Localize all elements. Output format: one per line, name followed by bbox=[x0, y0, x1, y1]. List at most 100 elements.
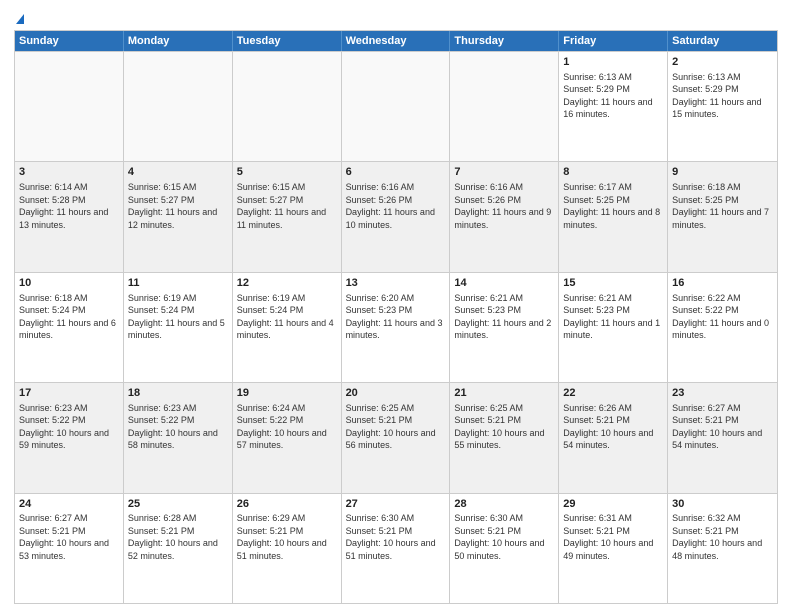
cal-header-friday: Friday bbox=[559, 31, 668, 51]
cell-info: Sunrise: 6:18 AM Sunset: 5:25 PM Dayligh… bbox=[672, 182, 769, 229]
cal-cell: 24Sunrise: 6:27 AM Sunset: 5:21 PM Dayli… bbox=[15, 494, 124, 603]
cell-info: Sunrise: 6:25 AM Sunset: 5:21 PM Dayligh… bbox=[346, 403, 436, 450]
cell-info: Sunrise: 6:23 AM Sunset: 5:22 PM Dayligh… bbox=[19, 403, 109, 450]
cal-cell: 1 Sunrise: 6:13 AM Sunset: 5:29 PM Daylig… bbox=[559, 52, 668, 161]
cal-row-4: 24Sunrise: 6:27 AM Sunset: 5:21 PM Dayli… bbox=[15, 493, 777, 603]
cell-info: Sunrise: 6:13 AM Sunset: 5:29 PM Dayligh… bbox=[563, 72, 652, 119]
cal-cell bbox=[233, 52, 342, 161]
cell-info: Sunrise: 6:23 AM Sunset: 5:22 PM Dayligh… bbox=[128, 403, 218, 450]
day-number: 8 bbox=[563, 165, 663, 180]
cal-cell: 3Sunrise: 6:14 AM Sunset: 5:28 PM Daylig… bbox=[15, 162, 124, 271]
cell-info: Sunrise: 6:19 AM Sunset: 5:24 PM Dayligh… bbox=[128, 293, 225, 340]
cell-info: Sunrise: 6:30 AM Sunset: 5:21 PM Dayligh… bbox=[346, 513, 436, 560]
cell-info: Sunrise: 6:15 AM Sunset: 5:27 PM Dayligh… bbox=[237, 182, 326, 229]
cell-info: Sunrise: 6:27 AM Sunset: 5:21 PM Dayligh… bbox=[672, 403, 762, 450]
day-number: 11 bbox=[128, 276, 228, 291]
cal-header-wednesday: Wednesday bbox=[342, 31, 451, 51]
cal-cell bbox=[342, 52, 451, 161]
cal-row-0: 1 Sunrise: 6:13 AM Sunset: 5:29 PM Daylig… bbox=[15, 51, 777, 161]
cell-info: Sunrise: 6:21 AM Sunset: 5:23 PM Dayligh… bbox=[563, 293, 660, 340]
page: SundayMondayTuesdayWednesdayThursdayFrid… bbox=[0, 0, 792, 612]
day-number: 26 bbox=[237, 497, 337, 512]
cell-info: Sunrise: 6:13 AM Sunset: 5:29 PM Dayligh… bbox=[672, 72, 761, 119]
cal-cell: 23Sunrise: 6:27 AM Sunset: 5:21 PM Dayli… bbox=[668, 383, 777, 492]
day-number: 25 bbox=[128, 497, 228, 512]
cal-cell: 20 Sunrise: 6:25 AM Sunset: 5:21 PM Dayli… bbox=[342, 383, 451, 492]
cal-cell: 16 Sunrise: 6:22 AM Sunset: 5:22 PM Dayli… bbox=[668, 273, 777, 382]
cal-cell bbox=[124, 52, 233, 161]
day-number: 16 bbox=[672, 276, 773, 291]
day-number: 19 bbox=[237, 386, 337, 401]
cell-info: Sunrise: 6:29 AM Sunset: 5:21 PM Dayligh… bbox=[237, 513, 327, 560]
header bbox=[14, 10, 778, 24]
cal-row-2: 10Sunrise: 6:18 AM Sunset: 5:24 PM Dayli… bbox=[15, 272, 777, 382]
cal-cell: 14 Sunrise: 6:21 AM Sunset: 5:23 PM Dayli… bbox=[450, 273, 559, 382]
cal-cell bbox=[15, 52, 124, 161]
cal-cell: 26Sunrise: 6:29 AM Sunset: 5:21 PM Dayli… bbox=[233, 494, 342, 603]
cell-info: Sunrise: 6:19 AM Sunset: 5:24 PM Dayligh… bbox=[237, 293, 334, 340]
day-number: 29 bbox=[563, 497, 663, 512]
cell-info: Sunrise: 6:31 AM Sunset: 5:21 PM Dayligh… bbox=[563, 513, 653, 560]
cell-info: Sunrise: 6:21 AM Sunset: 5:23 PM Dayligh… bbox=[454, 293, 551, 340]
day-number: 10 bbox=[19, 276, 119, 291]
cell-info: Sunrise: 6:14 AM Sunset: 5:28 PM Dayligh… bbox=[19, 182, 108, 229]
cal-cell: 29Sunrise: 6:31 AM Sunset: 5:21 PM Dayli… bbox=[559, 494, 668, 603]
cal-cell: 18 Sunrise: 6:23 AM Sunset: 5:22 PM Dayli… bbox=[124, 383, 233, 492]
day-number: 5 bbox=[237, 165, 337, 180]
cal-cell: 6 Sunrise: 6:16 AM Sunset: 5:26 PM Daylig… bbox=[342, 162, 451, 271]
day-number: 18 bbox=[128, 386, 228, 401]
cal-cell: 5 Sunrise: 6:15 AM Sunset: 5:27 PM Daylig… bbox=[233, 162, 342, 271]
cal-cell: 7Sunrise: 6:16 AM Sunset: 5:26 PM Daylig… bbox=[450, 162, 559, 271]
cal-cell: 19Sunrise: 6:24 AM Sunset: 5:22 PM Dayli… bbox=[233, 383, 342, 492]
day-number: 21 bbox=[454, 386, 554, 401]
day-number: 28 bbox=[454, 497, 554, 512]
cell-info: Sunrise: 6:26 AM Sunset: 5:21 PM Dayligh… bbox=[563, 403, 653, 450]
cal-cell: 17Sunrise: 6:23 AM Sunset: 5:22 PM Dayli… bbox=[15, 383, 124, 492]
day-number: 9 bbox=[672, 165, 773, 180]
cal-header-thursday: Thursday bbox=[450, 31, 559, 51]
logo-triangle-icon bbox=[16, 14, 24, 24]
cal-header-monday: Monday bbox=[124, 31, 233, 51]
cal-cell: 27Sunrise: 6:30 AM Sunset: 5:21 PM Dayli… bbox=[342, 494, 451, 603]
day-number: 20 bbox=[346, 386, 446, 401]
day-number: 4 bbox=[128, 165, 228, 180]
day-number: 15 bbox=[563, 276, 663, 291]
cal-cell: 15 Sunrise: 6:21 AM Sunset: 5:23 PM Dayli… bbox=[559, 273, 668, 382]
cal-cell: 4 Sunrise: 6:15 AM Sunset: 5:27 PM Daylig… bbox=[124, 162, 233, 271]
cell-info: Sunrise: 6:32 AM Sunset: 5:21 PM Dayligh… bbox=[672, 513, 762, 560]
day-number: 1 bbox=[563, 55, 663, 70]
cell-info: Sunrise: 6:15 AM Sunset: 5:27 PM Dayligh… bbox=[128, 182, 217, 229]
cal-header-sunday: Sunday bbox=[15, 31, 124, 51]
day-number: 13 bbox=[346, 276, 446, 291]
day-number: 30 bbox=[672, 497, 773, 512]
cell-info: Sunrise: 6:22 AM Sunset: 5:22 PM Dayligh… bbox=[672, 293, 769, 340]
cal-cell: 2 Sunrise: 6:13 AM Sunset: 5:29 PM Daylig… bbox=[668, 52, 777, 161]
cal-cell: 21 Sunrise: 6:25 AM Sunset: 5:21 PM Dayli… bbox=[450, 383, 559, 492]
day-number: 14 bbox=[454, 276, 554, 291]
day-number: 22 bbox=[563, 386, 663, 401]
day-number: 6 bbox=[346, 165, 446, 180]
day-number: 12 bbox=[237, 276, 337, 291]
cal-cell: 12 Sunrise: 6:19 AM Sunset: 5:24 PM Dayli… bbox=[233, 273, 342, 382]
cell-info: Sunrise: 6:17 AM Sunset: 5:25 PM Dayligh… bbox=[563, 182, 660, 229]
cal-cell: 30Sunrise: 6:32 AM Sunset: 5:21 PM Dayli… bbox=[668, 494, 777, 603]
day-number: 7 bbox=[454, 165, 554, 180]
logo bbox=[14, 10, 24, 24]
calendar-body: 1 Sunrise: 6:13 AM Sunset: 5:29 PM Daylig… bbox=[15, 51, 777, 603]
cal-cell: 28Sunrise: 6:30 AM Sunset: 5:21 PM Dayli… bbox=[450, 494, 559, 603]
cal-cell: 11 Sunrise: 6:19 AM Sunset: 5:24 PM Dayli… bbox=[124, 273, 233, 382]
cal-row-3: 17Sunrise: 6:23 AM Sunset: 5:22 PM Dayli… bbox=[15, 382, 777, 492]
cell-info: Sunrise: 6:30 AM Sunset: 5:21 PM Dayligh… bbox=[454, 513, 544, 560]
day-number: 24 bbox=[19, 497, 119, 512]
cell-info: Sunrise: 6:28 AM Sunset: 5:21 PM Dayligh… bbox=[128, 513, 218, 560]
cal-header-tuesday: Tuesday bbox=[233, 31, 342, 51]
cell-info: Sunrise: 6:25 AM Sunset: 5:21 PM Dayligh… bbox=[454, 403, 544, 450]
calendar: SundayMondayTuesdayWednesdayThursdayFrid… bbox=[14, 30, 778, 604]
day-number: 2 bbox=[672, 55, 773, 70]
cal-cell: 13Sunrise: 6:20 AM Sunset: 5:23 PM Dayli… bbox=[342, 273, 451, 382]
cal-cell: 9 Sunrise: 6:18 AM Sunset: 5:25 PM Daylig… bbox=[668, 162, 777, 271]
cell-info: Sunrise: 6:16 AM Sunset: 5:26 PM Dayligh… bbox=[346, 182, 435, 229]
cal-row-1: 3Sunrise: 6:14 AM Sunset: 5:28 PM Daylig… bbox=[15, 161, 777, 271]
cal-cell: 25Sunrise: 6:28 AM Sunset: 5:21 PM Dayli… bbox=[124, 494, 233, 603]
calendar-header: SundayMondayTuesdayWednesdayThursdayFrid… bbox=[15, 31, 777, 51]
